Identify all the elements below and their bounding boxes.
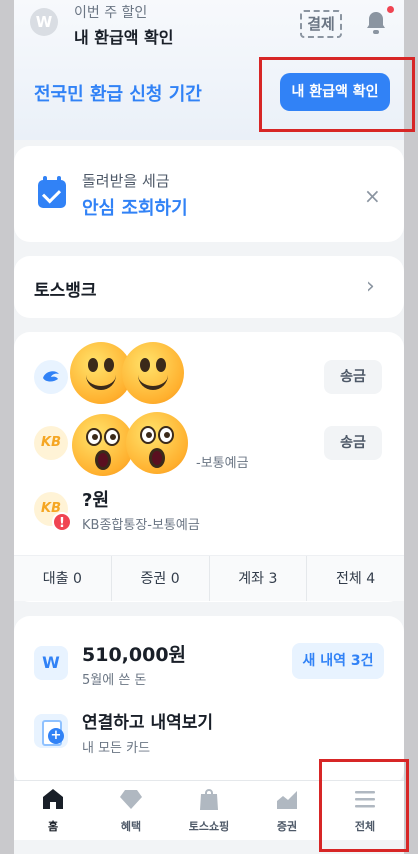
chart-icon: [277, 791, 297, 809]
tab-securities[interactable]: 증권 0: [112, 556, 210, 601]
home-icon: [43, 789, 63, 809]
nav-home-label: 홈: [47, 820, 59, 833]
nav-shopping-label: 토스쇼핑: [188, 820, 230, 833]
shopping-bag-icon: [200, 789, 218, 810]
tax-card[interactable]: 돌려받을 세금 안심 조회하기 ×: [14, 146, 404, 242]
new-transactions-button[interactable]: 새 내역 3건: [292, 643, 384, 679]
tax-card-title[interactable]: 안심 조회하기: [82, 194, 188, 220]
smiling-emoji-sticker: [122, 342, 184, 404]
diamond-icon: [120, 790, 142, 809]
accounts-card: 송금 KB 송금 -보통예금 KB ! ?원 KB종합통장-보통예금 대출 0 …: [14, 332, 404, 602]
account-name: -보통예금: [196, 456, 249, 471]
kb-logo-icon: KB: [34, 426, 68, 460]
phone-screen: W 이번 주 할인 내 환급액 확인 결제 전국민 환급 신청 기간 내 환급액…: [14, 0, 404, 854]
warning-icon: !: [52, 512, 72, 532]
spending-amount[interactable]: 510,000원: [82, 640, 186, 667]
shocked-emoji-sticker: [72, 414, 134, 476]
notification-dot: [387, 6, 394, 13]
header-subtitle: 이번 주 할인: [74, 5, 148, 21]
nav-benefits-label: 혜택: [120, 820, 142, 833]
chevron-right-icon: ›: [366, 274, 375, 299]
calendar-check-icon: [38, 176, 66, 208]
account-balance[interactable]: ?원: [82, 486, 109, 512]
account-name: KB종합통장-보통예금: [82, 518, 200, 533]
asset-category-tabs: 대출 0 증권 0 계좌 3 전체 4: [14, 555, 404, 601]
nav-shopping[interactable]: 토스쇼핑: [170, 781, 248, 841]
won-icon: W: [34, 646, 68, 680]
tab-accounts[interactable]: 계좌 3: [210, 556, 308, 601]
nav-benefits[interactable]: 혜택: [92, 781, 170, 841]
tossbank-title: 토스뱅크: [34, 281, 97, 301]
won-icon: W: [30, 8, 58, 36]
bottom-navigation: 홈 혜택 토스쇼핑 증권 전체: [14, 780, 404, 840]
nav-home[interactable]: 홈: [14, 781, 92, 841]
send-button[interactable]: 송금: [324, 426, 382, 460]
nav-all[interactable]: 전체: [326, 781, 404, 841]
link-cards-title[interactable]: 연결하고 내역보기: [82, 708, 213, 733]
header-title[interactable]: 내 환급액 확인: [74, 24, 173, 48]
nav-stocks-label: 증권: [276, 820, 298, 833]
close-icon[interactable]: ×: [364, 184, 381, 208]
spending-subtitle: 5월에 쓴 돈: [82, 673, 147, 688]
tossbank-logo-icon: [34, 360, 68, 394]
refund-check-button[interactable]: 내 환급액 확인: [280, 73, 390, 111]
tab-all[interactable]: 전체 4: [307, 556, 404, 601]
shocked-emoji-sticker: [126, 412, 188, 474]
bell-icon[interactable]: [364, 10, 388, 36]
tax-card-subtitle: 돌려받을 세금: [82, 172, 170, 190]
refund-banner-text[interactable]: 전국민 환급 신청 기간: [34, 80, 202, 106]
send-button[interactable]: 송금: [324, 360, 382, 394]
tossbank-card[interactable]: 토스뱅크 ›: [14, 256, 404, 318]
nav-all-label: 전체: [354, 820, 376, 833]
menu-icon: [355, 791, 375, 808]
nav-stocks[interactable]: 증권: [248, 781, 326, 841]
pay-button[interactable]: 결제: [300, 10, 342, 38]
add-card-icon: [34, 714, 68, 748]
spending-card: W 510,000원 5월에 쓴 돈 새 내역 3건 연결하고 내역보기 내 모…: [14, 616, 404, 786]
tab-loans[interactable]: 대출 0: [14, 556, 112, 601]
top-header: W 이번 주 할인 내 환급액 확인 결제 전국민 환급 신청 기간 내 환급액…: [14, 0, 404, 140]
link-cards-subtitle: 내 모든 카드: [82, 741, 151, 756]
